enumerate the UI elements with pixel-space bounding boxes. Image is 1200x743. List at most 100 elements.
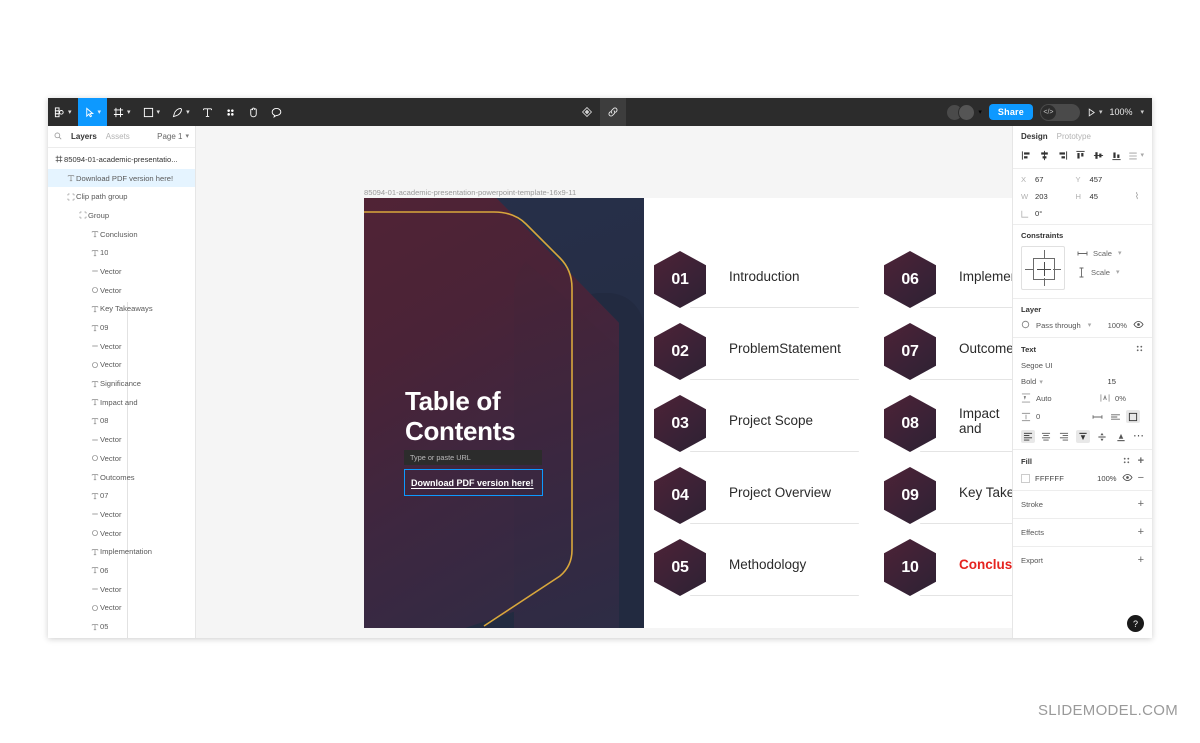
toc-item[interactable]: 04 Project Overview: [654, 462, 859, 534]
rotation-field[interactable]: 0°: [1021, 209, 1076, 218]
layer-row[interactable]: Conclusion: [48, 225, 195, 244]
visibility-eye-icon[interactable]: [1133, 320, 1144, 331]
layer-row[interactable]: 06: [48, 561, 195, 580]
pen-tool[interactable]: ▾: [166, 98, 196, 126]
remove-fill-button[interactable]: −: [1138, 473, 1144, 484]
line-height-field[interactable]: Auto: [1021, 393, 1052, 403]
letter-spacing-field[interactable]: 0%: [1100, 393, 1126, 403]
layer-row[interactable]: Impact and: [48, 393, 195, 412]
search-icon[interactable]: [54, 132, 62, 142]
blend-mode-value[interactable]: Pass through: [1036, 321, 1081, 330]
add-effect-button[interactable]: +: [1138, 527, 1144, 538]
components-tool[interactable]: [219, 98, 242, 126]
layer-row[interactable]: 10: [48, 243, 195, 262]
text-align-center-icon[interactable]: [1039, 430, 1053, 443]
align-bottom-icon[interactable]: [1111, 150, 1122, 161]
share-button[interactable]: Share: [988, 104, 1033, 120]
horizontal-constraint[interactable]: Scale ▾: [1077, 249, 1144, 258]
fill-opacity-value[interactable]: 100%: [1097, 474, 1116, 483]
toc-item[interactable]: 05 Methodology: [654, 534, 859, 606]
layer-row[interactable]: Vector: [48, 262, 195, 281]
chevron-down-icon[interactable]: ▾: [1140, 109, 1144, 116]
align-horizontal-center-icon[interactable]: [1039, 150, 1050, 161]
align-top-icon[interactable]: [1075, 150, 1086, 161]
figma-menu-button[interactable]: ▾: [48, 98, 78, 126]
toc-item[interactable]: 01 Introduction: [654, 246, 859, 318]
tab-prototype[interactable]: Prototype: [1057, 132, 1091, 141]
vertical-align-bottom-icon[interactable]: [1114, 430, 1128, 443]
dev-mode-toggle[interactable]: </>: [1039, 103, 1080, 121]
font-family-value[interactable]: Segoe UI: [1021, 361, 1144, 370]
layer-row[interactable]: Vector: [48, 580, 195, 599]
align-left-icon[interactable]: [1021, 150, 1032, 161]
layer-row[interactable]: Vector: [48, 599, 195, 618]
frame-tool[interactable]: ▾: [107, 98, 137, 126]
page-selector[interactable]: Page 1 ▾: [157, 132, 189, 141]
tab-design[interactable]: Design: [1021, 132, 1048, 141]
align-right-icon[interactable]: [1057, 150, 1068, 161]
layer-row[interactable]: Vector: [48, 281, 195, 300]
hand-tool[interactable]: [242, 98, 265, 126]
layer-opacity[interactable]: 100%: [1108, 321, 1127, 330]
comment-tool[interactable]: [265, 98, 288, 126]
layer-row[interactable]: Vector: [48, 505, 195, 524]
font-weight-selector[interactable]: Bold ▾: [1021, 377, 1043, 386]
layer-row[interactable]: Significance: [48, 374, 195, 393]
height-field[interactable]: H 45: [1076, 192, 1131, 201]
toc-item[interactable]: 03 Project Scope: [654, 390, 859, 462]
vertical-align-middle-icon[interactable]: [1095, 430, 1109, 443]
add-fill-button[interactable]: +: [1138, 456, 1144, 467]
add-stroke-button[interactable]: +: [1138, 499, 1144, 510]
slide-artboard[interactable]: Table of Contents Type or paste URL Down…: [364, 198, 1012, 628]
fixed-size-icon[interactable]: [1126, 410, 1140, 423]
tab-assets[interactable]: Assets: [106, 132, 130, 141]
toc-item[interactable]: 10 Conclusion: [884, 534, 1012, 606]
resize-horizontal-icon[interactable]: [1090, 410, 1104, 423]
fill-hex-value[interactable]: FFFFFF: [1035, 474, 1064, 483]
fill-visibility-eye-icon[interactable]: [1122, 473, 1133, 484]
layer-row[interactable]: Clip path group: [48, 187, 195, 206]
shape-tool[interactable]: ▾: [137, 98, 167, 126]
text-styles-icon[interactable]: [1135, 344, 1144, 355]
text-align-left-icon[interactable]: [1021, 430, 1035, 443]
url-input-tooltip[interactable]: Type or paste URL: [404, 450, 542, 465]
layer-row[interactable]: Vector: [48, 449, 195, 468]
layer-row[interactable]: Outcomes: [48, 468, 195, 487]
layer-row[interactable]: 08: [48, 412, 195, 431]
toc-item[interactable]: 07 Outcomes: [884, 318, 1012, 390]
layer-row[interactable]: Vector: [48, 524, 195, 543]
move-anchor-icon[interactable]: [574, 98, 600, 126]
toc-item[interactable]: 02 Problem Statement: [654, 318, 859, 390]
distribute-menu-icon[interactable]: ▾: [1128, 151, 1144, 161]
layer-row[interactable]: Vector: [48, 356, 195, 375]
font-size-value[interactable]: 15: [1108, 377, 1116, 386]
auto-height-icon[interactable]: [1108, 410, 1122, 423]
paragraph-spacing-field[interactable]: 0: [1021, 412, 1040, 422]
fill-styles-icon[interactable]: [1122, 456, 1131, 467]
layer-row[interactable]: Key Takeaways: [48, 300, 195, 319]
layer-row[interactable]: Group: [48, 206, 195, 225]
text-tool[interactable]: [196, 98, 219, 126]
canvas[interactable]: 85094-01-academic-presentation-powerpoin…: [196, 126, 1012, 638]
toc-item[interactable]: 09 Key Takeaways: [884, 462, 1012, 534]
link-icon[interactable]: [600, 98, 626, 126]
layer-row[interactable]: Download PDF version here!: [48, 168, 195, 188]
layer-row[interactable]: 85094-01-academic-presentatio...: [48, 150, 195, 169]
toc-item[interactable]: 08 Impact andSignificance: [884, 390, 1012, 462]
selected-link-textbox[interactable]: Download PDF version here!: [404, 469, 543, 496]
add-export-button[interactable]: +: [1138, 555, 1144, 566]
layer-row[interactable]: 05: [48, 617, 195, 636]
present-button[interactable]: ▾: [1087, 107, 1102, 117]
layer-tree[interactable]: 85094-01-academic-presentatio... Download…: [48, 148, 195, 638]
layer-row[interactable]: Vector: [48, 337, 195, 356]
layer-row[interactable]: Vector: [48, 430, 195, 449]
toc-item[interactable]: 06 Implementation: [884, 246, 1012, 318]
text-more-options-icon[interactable]: ⋯: [1133, 431, 1144, 442]
y-field[interactable]: Y 457: [1076, 175, 1131, 184]
vertical-align-top-icon[interactable]: [1076, 430, 1090, 443]
align-vertical-center-icon[interactable]: [1093, 150, 1104, 161]
layer-row[interactable]: Implementation: [48, 542, 195, 561]
layer-row[interactable]: 09: [48, 318, 195, 337]
fill-color-swatch[interactable]: [1021, 474, 1030, 483]
layer-row[interactable]: 07: [48, 486, 195, 505]
